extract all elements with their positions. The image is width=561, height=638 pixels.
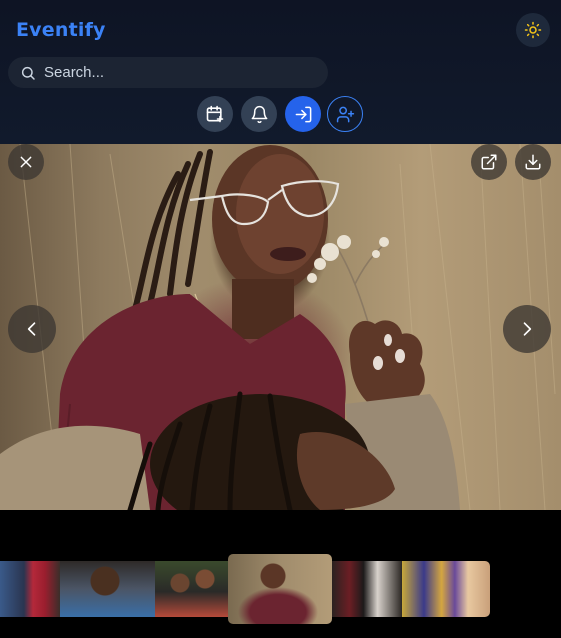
top-bar: Eventify Search... xyxy=(0,0,561,144)
download-icon xyxy=(525,154,541,170)
event-photo xyxy=(0,144,556,510)
thumbnail-1[interactable] xyxy=(0,561,60,617)
calendar-plus-icon xyxy=(206,105,224,123)
thumbnail-5[interactable] xyxy=(332,561,402,617)
chevron-right-icon xyxy=(523,322,532,336)
search-input[interactable]: Search... xyxy=(8,57,328,88)
lightbox-viewer xyxy=(0,144,561,510)
open-external-button[interactable] xyxy=(471,144,507,180)
user-plus-icon xyxy=(336,106,354,122)
login-button[interactable] xyxy=(285,96,321,132)
close-icon xyxy=(20,156,32,168)
search-placeholder: Search... xyxy=(44,64,105,81)
previous-image-button[interactable] xyxy=(8,305,56,353)
brand-logo[interactable]: Eventify xyxy=(16,19,106,41)
thumbnail-3[interactable] xyxy=(155,561,228,617)
bell-icon xyxy=(251,105,267,123)
notifications-button[interactable] xyxy=(241,96,277,132)
sun-icon xyxy=(524,21,542,39)
add-user-button[interactable] xyxy=(327,96,363,132)
next-image-button[interactable] xyxy=(503,305,551,353)
search-icon xyxy=(21,66,35,80)
thumbnail-2[interactable] xyxy=(60,561,155,617)
add-event-button[interactable] xyxy=(197,96,233,132)
thumbnail-strip xyxy=(0,510,561,638)
header-actions xyxy=(0,96,561,132)
chevron-left-icon xyxy=(27,322,36,336)
external-link-icon xyxy=(481,154,497,170)
thumbnail-4-active[interactable] xyxy=(228,554,332,624)
close-button[interactable] xyxy=(8,144,44,180)
thumbnail-6[interactable] xyxy=(402,561,490,617)
theme-toggle-button[interactable] xyxy=(516,13,550,47)
download-button[interactable] xyxy=(515,144,551,180)
log-in-icon xyxy=(295,106,311,122)
